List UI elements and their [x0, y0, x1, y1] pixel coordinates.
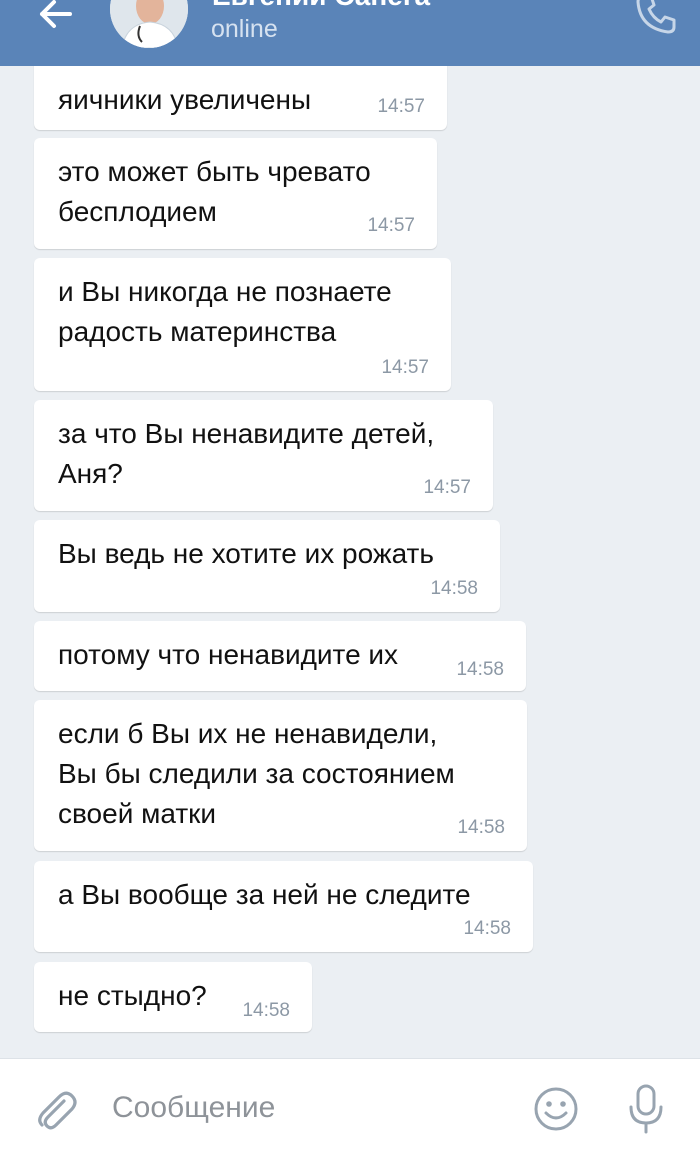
- chat-header: Евгений Санега online: [0, 0, 700, 66]
- contact-name[interactable]: Евгений Санега: [212, 0, 430, 12]
- message-time: 14:58: [456, 659, 504, 680]
- message-time: 14:57: [381, 357, 429, 378]
- message-bubble[interactable]: не стыдно? 14:58: [34, 962, 312, 1032]
- message-text: потому что ненавидите их: [58, 639, 399, 670]
- message-time: 14:58: [242, 1000, 290, 1021]
- avatar-image: [110, 0, 188, 48]
- message-time: 14:57: [423, 477, 471, 498]
- message-bubble[interactable]: и Вы никогда не познаете радость материн…: [34, 258, 451, 391]
- avatar[interactable]: [110, 0, 188, 48]
- message-bubble[interactable]: это может быть чревато бесплодием 14:57: [34, 138, 437, 249]
- message-text: Вы ведь не хотите их рожать: [58, 538, 434, 569]
- message-input[interactable]: Сообщение: [112, 1091, 275, 1125]
- message-text: и Вы никогда не познаете радость материн…: [58, 276, 392, 347]
- arrow-left-icon[interactable]: [30, 0, 80, 44]
- message-bubble[interactable]: потому что ненавидите их 14:58: [34, 621, 526, 691]
- message-time: 14:58: [463, 918, 511, 939]
- message-bubble[interactable]: а Вы вообще за ней не следите 14:58: [34, 861, 533, 952]
- phone-icon[interactable]: [636, 0, 676, 34]
- message-bubble[interactable]: если б Вы их не ненавидели, Вы бы следил…: [34, 700, 527, 851]
- message-time: 14:58: [430, 578, 478, 599]
- message-time: 14:57: [377, 96, 425, 117]
- message-text: это может быть чревато бесплодием: [58, 156, 371, 227]
- message-text: за что Вы ненавидите детей, Аня?: [58, 418, 435, 489]
- message-bubble[interactable]: за что Вы ненавидите детей, Аня? 14:57: [34, 400, 493, 511]
- message-text: яичники увеличены: [58, 84, 312, 115]
- message-time: 14:57: [367, 215, 415, 236]
- microphone-icon[interactable]: [625, 1083, 667, 1135]
- message-text: если б Вы их не ненавидели, Вы бы следил…: [58, 718, 455, 829]
- message-composer: Сообщение: [0, 1058, 700, 1154]
- message-bubble[interactable]: Вы ведь не хотите их рожать 14:58: [34, 520, 500, 612]
- message-text: а Вы вообще за ней не следите: [58, 879, 471, 910]
- message-time: 14:58: [457, 817, 505, 838]
- paperclip-icon[interactable]: [34, 1087, 78, 1131]
- smile-icon[interactable]: [532, 1085, 580, 1133]
- contact-status: online: [211, 15, 278, 43]
